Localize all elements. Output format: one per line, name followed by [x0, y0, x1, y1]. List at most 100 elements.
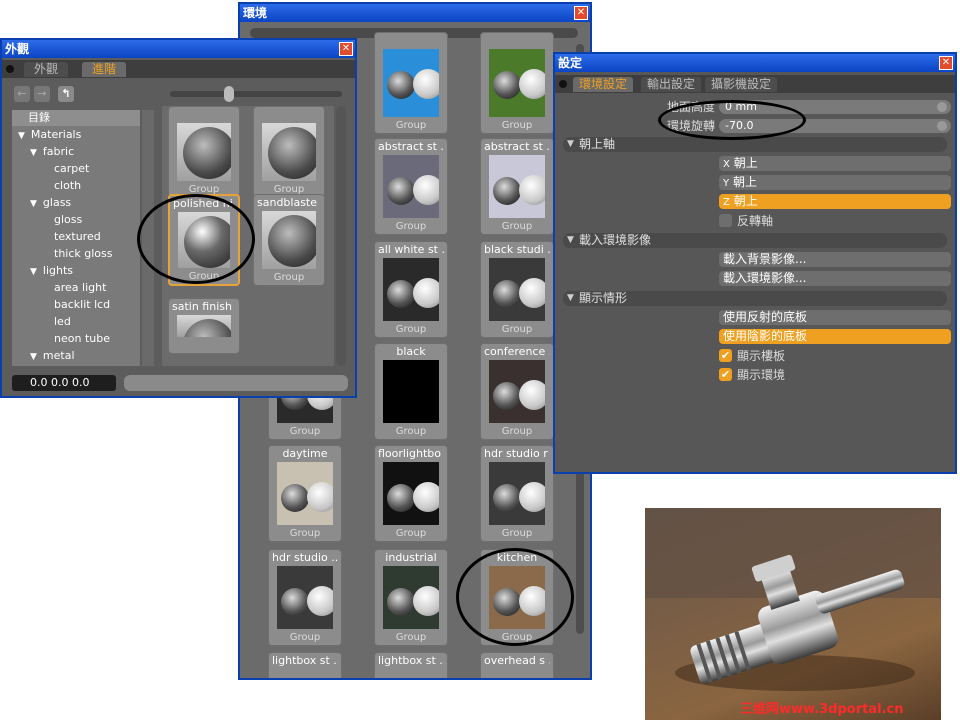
expand-triangle-icon[interactable]: ▼	[30, 267, 37, 277]
tab-appearance[interactable]: 外觀	[24, 62, 69, 77]
appearance-titlebar[interactable]: 外觀 ✕	[2, 40, 355, 58]
environment-titlebar[interactable]: 環境 ✕	[240, 4, 590, 22]
thumbnail-caption: hdr studio ...	[272, 551, 338, 564]
tree-item[interactable]: ▼ Materials	[12, 126, 140, 143]
reflection-floor-button[interactable]: 使用反射的底板	[719, 310, 951, 325]
tree-item-label: backlit lcd	[54, 298, 111, 311]
thumbnail-caption: black studi ...	[484, 243, 550, 256]
tree-item[interactable]: ▼ fabric	[12, 143, 140, 160]
material-thumbnail[interactable]: sandblaste ... Group	[253, 194, 325, 286]
environment-thumbnail[interactable]: lightbox st ...	[374, 652, 448, 678]
thumbnail-image	[383, 49, 439, 117]
environment-thumbnail[interactable]: conference ... Group	[480, 343, 554, 440]
tree-item[interactable]: gloss	[12, 211, 140, 228]
thumbnail-caption: daytime	[282, 447, 328, 460]
tree-item[interactable]: ▼ lights	[12, 262, 140, 279]
environment-thumbnail[interactable]: floorlightbo ... Group	[374, 445, 448, 542]
thumbnail-image	[383, 566, 439, 629]
thumbnail-group-label: Group	[501, 120, 533, 131]
close-icon[interactable]: ✕	[939, 56, 953, 70]
grid-scrollbar[interactable]	[336, 106, 346, 366]
stepper-icon[interactable]	[937, 102, 947, 112]
show-environment-checkbox[interactable]: ✔	[719, 368, 732, 381]
flip-axis-checkbox[interactable]	[719, 214, 732, 227]
menu-dot-icon[interactable]	[6, 65, 14, 73]
annotation-circle	[658, 100, 806, 140]
section-display[interactable]: ▼ 顯示情形	[563, 291, 947, 306]
expand-triangle-icon[interactable]: ▼	[30, 199, 37, 209]
load-environment-button[interactable]: 載入環境影像...	[719, 271, 951, 286]
forward-arrow-icon[interactable]: →	[34, 86, 50, 102]
up-folder-icon[interactable]: ↰	[58, 86, 74, 102]
thumbnail-caption: conference ...	[484, 345, 550, 358]
thumbnail-caption: black	[396, 345, 426, 358]
expand-triangle-icon[interactable]: ▼	[18, 131, 25, 141]
tree-item[interactable]: led	[12, 313, 140, 330]
section-load-env[interactable]: ▼ 載入環境影像	[563, 233, 947, 248]
tree-item[interactable]: carpet	[12, 160, 140, 177]
environment-thumbnail[interactable]: hdr studio ... Group	[268, 549, 342, 646]
tab-env-settings[interactable]: 環境設定	[573, 77, 634, 92]
close-icon[interactable]: ✕	[574, 6, 588, 20]
axis-z-letter: Z	[723, 197, 730, 208]
tree-item[interactable]: cloth	[12, 177, 140, 194]
environment-thumbnail[interactable]: black Group	[374, 343, 448, 440]
watermark-text: 三维网www.3dportal.cn	[740, 701, 903, 717]
tree-item[interactable]: ▼ metal	[12, 347, 140, 364]
expand-triangle-icon[interactable]: ▼	[30, 148, 37, 158]
y-up-button[interactable]: Y 朝上	[719, 175, 951, 190]
environment-thumbnail[interactable]: lightbox st ...	[268, 652, 342, 678]
material-thumbnail[interactable]: satin finish ...	[168, 298, 240, 354]
environment-thumbnail[interactable]: abstract st ... Group	[480, 138, 554, 235]
environment-thumbnail[interactable]: daytime Group	[268, 445, 342, 542]
settings-title: 設定	[558, 56, 583, 70]
material-thumbnail[interactable]: Group	[168, 106, 240, 198]
environment-thumbnail[interactable]: overhead s ...	[480, 652, 554, 678]
tree-item[interactable]: textured	[12, 228, 140, 245]
tree-item-label: thick gloss	[54, 247, 113, 260]
menu-dot-icon[interactable]	[559, 80, 567, 88]
environment-thumbnail[interactable]: industrial Group	[374, 549, 448, 646]
thumbnail-caption: abstract st ...	[484, 140, 550, 153]
x-up-button[interactable]: X 朝上	[719, 156, 951, 171]
environment-thumbnail[interactable]: Group	[480, 32, 554, 134]
environment-thumbnail[interactable]: black studi ... Group	[480, 241, 554, 338]
environment-thumbnail[interactable]: all white st ... Group	[374, 241, 448, 338]
axis-x-letter: X	[723, 159, 730, 170]
environment-thumbnail[interactable]: abstract st ... Group	[374, 138, 448, 235]
shadow-floor-button[interactable]: 使用陰影的底板	[719, 329, 951, 344]
faucet-render: 三维网www.3dportal.cn	[645, 508, 941, 717]
tab-camera-settings[interactable]: 攝影機設定	[705, 77, 778, 92]
environment-thumbnail[interactable]: hdr studio r ... Group	[480, 445, 554, 542]
z-up-button[interactable]: Z 朝上	[719, 194, 951, 209]
tree-item[interactable]: area light	[12, 279, 140, 296]
thumbnail-image	[262, 211, 316, 269]
thumbnail-caption: satin finish ...	[172, 300, 236, 313]
settings-titlebar[interactable]: 設定 ✕	[555, 54, 955, 72]
environment-title: 環境	[243, 6, 268, 20]
sphere-icon	[183, 319, 231, 337]
close-icon[interactable]: ✕	[339, 42, 353, 56]
thumbnail-caption	[378, 34, 444, 48]
stepper-icon[interactable]	[937, 121, 947, 131]
sphere-icon	[413, 586, 439, 616]
environment-thumbnail[interactable]: Group	[374, 32, 448, 134]
thumbnail-image	[177, 315, 231, 337]
load-background-button[interactable]: 載入背景影像...	[719, 252, 951, 267]
material-thumbnail[interactable]: Group	[253, 106, 325, 198]
thumb-size-slider[interactable]	[170, 91, 342, 97]
tab-advanced[interactable]: 進階	[82, 62, 127, 77]
tab-output-settings[interactable]: 輸出設定	[641, 77, 702, 92]
section-up-axis[interactable]: ▼ 朝上軸	[563, 137, 947, 152]
show-floor-checkbox[interactable]: ✔	[719, 349, 732, 362]
tree-item[interactable]: thick gloss	[12, 245, 140, 262]
tree-item[interactable]: neon tube	[12, 330, 140, 347]
slider-knob[interactable]	[224, 86, 234, 102]
back-arrow-icon[interactable]: ←	[14, 86, 30, 102]
tree-item[interactable]: backlit lcd	[12, 296, 140, 313]
sphere-icon	[387, 484, 415, 512]
expand-triangle-icon[interactable]: ▼	[30, 352, 37, 362]
tree-item-label: cloth	[54, 179, 82, 192]
tree-item[interactable]: ▼ glass	[12, 194, 140, 211]
y-up-label: 朝上	[732, 175, 757, 189]
